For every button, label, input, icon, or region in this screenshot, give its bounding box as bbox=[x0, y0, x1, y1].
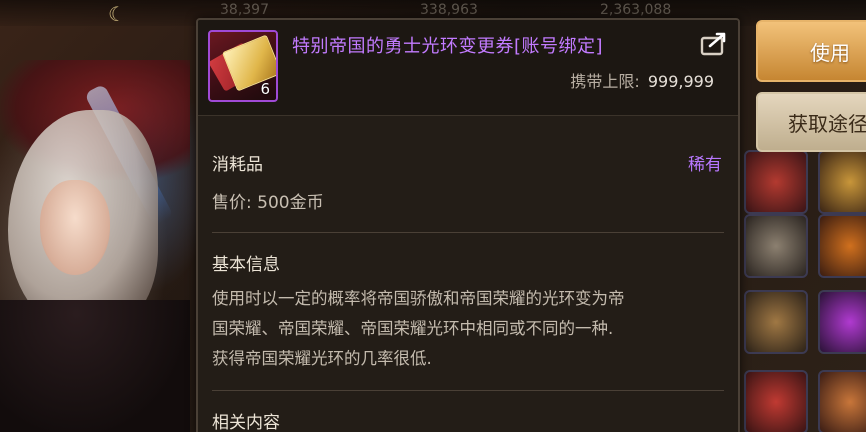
character-face bbox=[40, 180, 110, 275]
item-type-row: 消耗品 稀有 bbox=[212, 150, 724, 175]
currency-value-1: 38,397 bbox=[220, 2, 269, 18]
item-tooltip-panel: 6 特别帝国的勇士光环变更券[账号绑定] 携带上限: 999,999 消耗品 稀有… bbox=[196, 18, 740, 432]
section-divider bbox=[212, 390, 724, 391]
inventory-slot[interactable] bbox=[744, 370, 808, 432]
inventory-slot[interactable] bbox=[818, 290, 866, 354]
use-button[interactable]: 使用 bbox=[756, 20, 866, 82]
currency-value-2: 338,963 bbox=[420, 2, 478, 18]
description-line: 获得帝国荣耀光环的几率很低. bbox=[212, 349, 432, 368]
inventory-slot[interactable] bbox=[818, 214, 866, 278]
currency-value-3: 2,363,088 bbox=[600, 2, 672, 18]
item-description: 使用时以一定的概率将帝国骄傲和帝国荣耀的光环变为帝 国荣耀、帝国荣耀、帝国荣耀光… bbox=[212, 284, 724, 374]
carry-limit-value: 999,999 bbox=[647, 72, 714, 91]
related-content-heading: 相关内容 bbox=[212, 413, 280, 432]
carry-limit: 携带上限: 999,999 bbox=[570, 68, 714, 92]
carry-limit-label: 携带上限: bbox=[570, 72, 640, 91]
item-count: 6 bbox=[260, 80, 270, 98]
inventory-slot[interactable] bbox=[744, 290, 808, 354]
description-line: 使用时以一定的概率将帝国骄傲和帝国荣耀的光环变为帝 bbox=[212, 289, 625, 308]
gold-ticket-icon: 6 bbox=[208, 30, 278, 102]
character-body bbox=[0, 300, 190, 432]
inventory-slot[interactable] bbox=[818, 370, 866, 432]
item-rarity: 稀有 bbox=[688, 155, 722, 175]
inventory-slot[interactable] bbox=[744, 150, 808, 214]
item-price: 售价: 500金币 bbox=[212, 193, 324, 213]
share-icon[interactable] bbox=[700, 32, 728, 56]
moon-icon: ☾ bbox=[108, 2, 126, 26]
item-type: 消耗品 bbox=[212, 155, 263, 175]
basic-info-heading: 基本信息 bbox=[212, 255, 280, 275]
item-name: 特别帝国的勇士光环变更券[账号绑定] bbox=[292, 36, 604, 57]
section-divider bbox=[212, 232, 724, 233]
inventory-slot[interactable] bbox=[818, 150, 866, 214]
description-line: 国荣耀、帝国荣耀、帝国荣耀光环中相同或不同的一种. bbox=[212, 319, 614, 338]
obtain-source-button[interactable]: 获取途径 bbox=[756, 92, 866, 152]
item-header: 6 特别帝国的勇士光环变更券[账号绑定] 携带上限: 999,999 bbox=[198, 20, 738, 116]
inventory-slot[interactable] bbox=[744, 214, 808, 278]
